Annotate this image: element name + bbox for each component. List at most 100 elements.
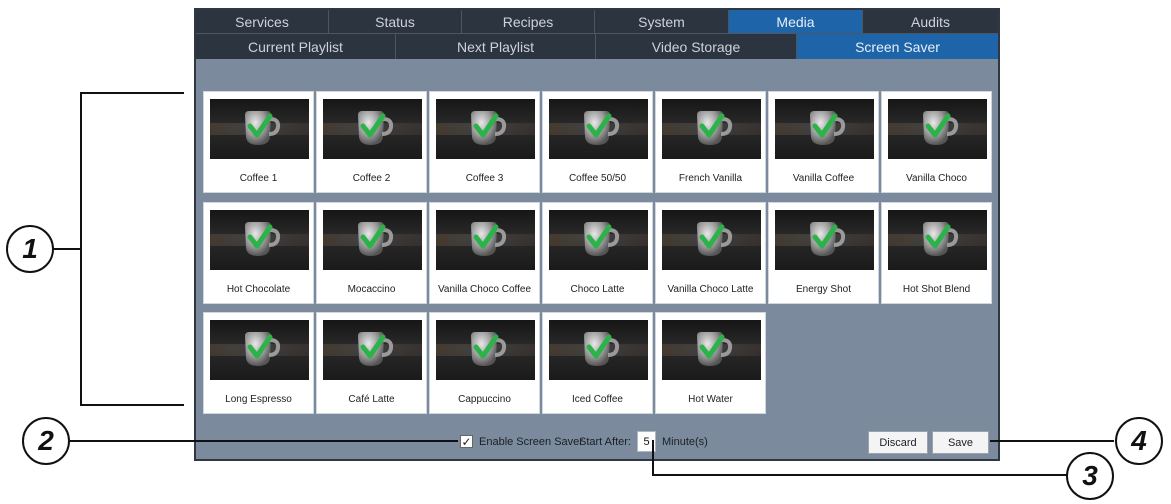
subtab-label: Video Storage: [651, 38, 741, 55]
screen-saver-item[interactable]: Long Espresso: [203, 312, 314, 414]
screen-saver-item[interactable]: Hot Water: [655, 312, 766, 414]
screen-saver-item[interactable]: Coffee 50/50: [542, 91, 653, 193]
tab-label: Media: [776, 13, 815, 30]
tab-status[interactable]: Status: [329, 10, 462, 34]
callout-4-connector: [990, 440, 1114, 442]
coffee-cup-check-icon: [471, 222, 507, 256]
item-label: Coffee 3: [465, 173, 504, 184]
save-button[interactable]: Save: [932, 431, 989, 454]
coffee-cup-check-icon: [584, 332, 620, 366]
coffee-cup-check-icon: [245, 332, 281, 366]
item-label: Mocaccino: [347, 284, 396, 295]
drink-thumbnail: [549, 99, 648, 159]
subtab-current-playlist[interactable]: Current Playlist: [196, 34, 396, 59]
screen-saver-grid: Coffee 1 Coffee 2 Coffee 3 Coffee 50/50 Fren…: [203, 91, 993, 418]
coffee-cup-check-icon: [358, 332, 394, 366]
sub-tabs: Current Playlist Next Playlist Video Sto…: [196, 34, 998, 59]
coffee-cup-check-icon: [697, 111, 733, 145]
item-label: French Vanilla: [678, 173, 743, 184]
drink-thumbnail: [775, 99, 874, 159]
item-label: Choco Latte: [570, 284, 625, 295]
item-label: Coffee 50/50: [568, 173, 627, 184]
drink-thumbnail: [436, 320, 535, 380]
coffee-cup-check-icon: [810, 222, 846, 256]
item-label: Coffee 1: [239, 173, 278, 184]
tab-system[interactable]: System: [595, 10, 729, 34]
item-label: Cappuccino: [458, 394, 511, 405]
coffee-cup-check-icon: [245, 111, 281, 145]
item-label: Hot Water: [688, 394, 733, 405]
screen-saver-item[interactable]: Café Latte: [316, 312, 427, 414]
tab-audits[interactable]: Audits: [863, 10, 998, 34]
enable-screen-saver-checkbox[interactable]: ✓: [460, 435, 473, 448]
screen-saver-item[interactable]: Hot Shot Blend: [881, 202, 992, 304]
item-label: Iced Coffee: [572, 394, 623, 405]
main-tabs: Services Status Recipes System Media Aud…: [196, 10, 998, 34]
drink-thumbnail: [323, 320, 422, 380]
screen-saver-item[interactable]: Vanilla Choco Latte: [655, 202, 766, 304]
item-label: Long Espresso: [225, 394, 292, 405]
drink-thumbnail: [549, 210, 648, 270]
subtab-next-playlist[interactable]: Next Playlist: [396, 34, 596, 59]
coffee-cup-check-icon: [810, 111, 846, 145]
screen-saver-item[interactable]: Coffee 1: [203, 91, 314, 193]
screen-saver-item[interactable]: Choco Latte: [542, 202, 653, 304]
screen-saver-item[interactable]: Coffee 3: [429, 91, 540, 193]
item-label: Hot Chocolate: [226, 284, 291, 295]
coffee-cup-check-icon: [697, 332, 733, 366]
tab-label: System: [638, 13, 685, 30]
tab-label: Services: [235, 13, 289, 30]
screen-saver-item[interactable]: Vanilla Coffee: [768, 91, 879, 193]
drink-thumbnail: [662, 320, 761, 380]
coffee-cup-check-icon: [358, 222, 394, 256]
drink-thumbnail: [323, 99, 422, 159]
screen-saver-panel: Services Status Recipes System Media Aud…: [194, 8, 1000, 461]
subtab-label: Next Playlist: [456, 38, 535, 55]
subtab-label: Screen Saver: [855, 38, 940, 55]
callout-1-bracket: [80, 404, 184, 406]
subtab-video-storage[interactable]: Video Storage: [596, 34, 797, 59]
drink-thumbnail: [210, 320, 309, 380]
coffee-cup-check-icon: [471, 111, 507, 145]
drink-thumbnail: [662, 210, 761, 270]
item-label: Vanilla Choco: [906, 173, 967, 184]
callout-2: 2: [22, 417, 70, 465]
coffee-cup-check-icon: [584, 111, 620, 145]
drink-thumbnail: [662, 99, 761, 159]
tab-recipes[interactable]: Recipes: [462, 10, 595, 34]
tab-label: Status: [375, 13, 415, 30]
callout-3-connector: [652, 474, 1068, 476]
drink-thumbnail: [888, 99, 987, 159]
screen-saver-item[interactable]: Coffee 2: [316, 91, 427, 193]
item-label: Vanilla Choco Coffee: [437, 284, 532, 295]
screen-saver-item[interactable]: Cappuccino: [429, 312, 540, 414]
enable-screen-saver-label: Enable Screen Saver: [479, 436, 583, 448]
subtab-screen-saver[interactable]: Screen Saver: [797, 34, 998, 59]
drink-thumbnail: [775, 210, 874, 270]
callout-2-connector: [70, 440, 458, 442]
screen-saver-item[interactable]: Hot Chocolate: [203, 202, 314, 304]
callout-4: 4: [1115, 417, 1163, 465]
coffee-cup-check-icon: [245, 222, 281, 256]
screen-saver-item[interactable]: French Vanilla: [655, 91, 766, 193]
callout-3: 3: [1066, 452, 1114, 500]
coffee-cup-check-icon: [923, 222, 959, 256]
tab-label: Audits: [911, 13, 950, 30]
callout-1-bracket: [80, 92, 184, 94]
callout-1-connector: [54, 248, 80, 250]
checkmark-icon: ✓: [461, 434, 472, 449]
coffee-cup-check-icon: [697, 222, 733, 256]
drink-thumbnail: [210, 210, 309, 270]
tab-services[interactable]: Services: [196, 10, 329, 34]
tab-media[interactable]: Media: [729, 10, 863, 34]
item-label: Café Latte: [348, 394, 395, 405]
tab-label: Recipes: [502, 13, 554, 30]
screen-saver-item[interactable]: Mocaccino: [316, 202, 427, 304]
screen-saver-item[interactable]: Energy Shot: [768, 202, 879, 304]
item-label: Energy Shot: [795, 284, 852, 295]
screen-saver-item[interactable]: Vanilla Choco: [881, 91, 992, 193]
screen-saver-item[interactable]: Vanilla Choco Coffee: [429, 202, 540, 304]
discard-button[interactable]: Discard: [868, 431, 928, 454]
screen-saver-item[interactable]: Iced Coffee: [542, 312, 653, 414]
drink-thumbnail: [323, 210, 422, 270]
